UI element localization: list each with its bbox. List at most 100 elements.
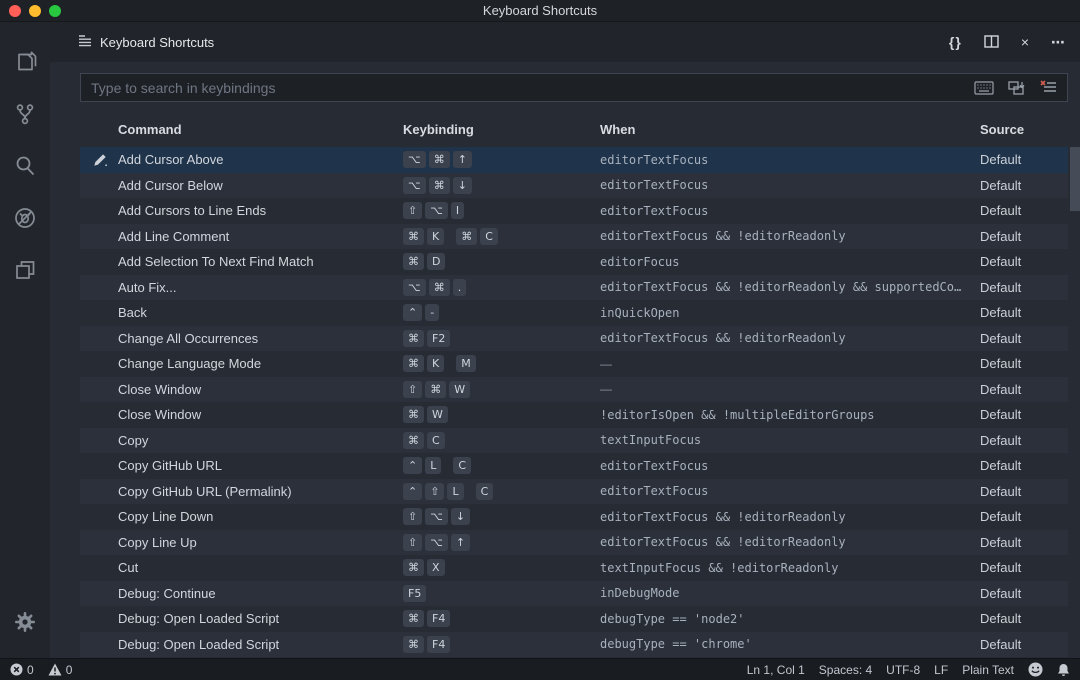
table-row[interactable]: Back ⌃- inQuickOpen Default: [80, 300, 1068, 326]
error-icon: [10, 663, 23, 676]
explorer-icon[interactable]: [0, 36, 50, 88]
keybinding-chips: ⌥⌘.: [403, 279, 600, 296]
source-label: Default: [980, 254, 1068, 269]
header-command[interactable]: Command: [118, 122, 403, 137]
extensions-icon[interactable]: [0, 244, 50, 296]
header-keybinding[interactable]: Keybinding: [403, 122, 600, 137]
key-chip: C: [453, 457, 471, 474]
table-row[interactable]: Copy Line Up ⇧⌥↑ editorTextFocus && !edi…: [80, 530, 1068, 556]
table-row[interactable]: Add Cursors to Line Ends ⇧⌥I editorTextF…: [80, 198, 1068, 224]
table-row[interactable]: Close Window ⌘W !editorIsOpen && !multip…: [80, 402, 1068, 428]
keybinding-chips: ⌘KM: [403, 355, 600, 372]
key-chord: ⇧⌥↓: [403, 508, 473, 525]
key-chip: ⇧: [403, 202, 422, 219]
key-chip: ↑: [451, 534, 470, 551]
source-control-icon[interactable]: [0, 88, 50, 140]
key-chip: ⌃: [403, 304, 422, 321]
table-row[interactable]: Copy Line Down ⇧⌥↓ editorTextFocus && !e…: [80, 504, 1068, 530]
key-chord: ⌘F4: [403, 636, 453, 653]
table-row[interactable]: Change Language Mode ⌘KM — Default: [80, 351, 1068, 377]
titlebar: Keyboard Shortcuts: [0, 0, 1080, 22]
warning-count: 0: [66, 663, 73, 677]
when-expression: —: [600, 382, 980, 396]
key-chip: ⌘: [403, 559, 424, 576]
command-label: Add Cursor Below: [118, 178, 403, 193]
status-bar: 0 0 Ln 1, Col 1 Spaces: 4 UTF-8 LF Plain…: [0, 658, 1080, 680]
record-keys-keyboard-icon[interactable]: [974, 81, 994, 95]
table-row[interactable]: Copy GitHub URL ⌃LC editorTextFocus Defa…: [80, 453, 1068, 479]
keybinding-chips: ⇧⌘W: [403, 381, 600, 398]
table-row[interactable]: Copy GitHub URL (Permalink) ⌃⇧LC editorT…: [80, 479, 1068, 505]
status-eol[interactable]: LF: [934, 663, 948, 677]
status-indentation[interactable]: Spaces: 4: [819, 663, 872, 677]
search-bar: [80, 73, 1068, 102]
tab-keyboard-shortcuts[interactable]: Keyboard Shortcuts: [78, 33, 214, 52]
when-expression: inDebugMode: [600, 586, 980, 600]
table-row[interactable]: Add Selection To Next Find Match ⌘D edit…: [80, 249, 1068, 275]
table-row[interactable]: Change All Occurrences ⌘F2 editorTextFoc…: [80, 326, 1068, 352]
command-label: Debug: Open Loaded Script: [118, 611, 403, 626]
keybinding-chips: ⌃-: [403, 304, 600, 321]
table-row[interactable]: Add Cursor Below ⌥⌘↓ editorTextFocus Def…: [80, 173, 1068, 199]
table-row[interactable]: Debug: Open Loaded Script ⌘F4 debugType …: [80, 632, 1068, 658]
vertical-scrollbar[interactable]: [1070, 147, 1080, 211]
table-row[interactable]: Cut ⌘X textInputFocus && !editorReadonly…: [80, 555, 1068, 581]
table-row[interactable]: Add Line Comment ⌘K⌘C editorTextFocus &&…: [80, 224, 1068, 250]
error-count: 0: [27, 663, 34, 677]
key-chip: C: [476, 483, 494, 500]
table-row[interactable]: Close Window ⇧⌘W — Default: [80, 377, 1068, 403]
clear-filter-icon[interactable]: [1040, 80, 1057, 95]
search-icon[interactable]: [0, 140, 50, 192]
when-expression: editorTextFocus && !editorReadonly: [600, 510, 980, 524]
feedback-smiley-icon[interactable]: [1028, 662, 1043, 677]
keybindings-table-body: Add Cursor Above ⌥⌘↑ editorTextFocus Def…: [80, 147, 1068, 657]
command-label: Copy GitHub URL (Permalink): [118, 484, 403, 499]
source-label: Default: [980, 152, 1068, 167]
table-row[interactable]: Debug: Continue F5 inDebugMode Default: [80, 581, 1068, 607]
command-label: Add Cursors to Line Ends: [118, 203, 403, 218]
search-zone: [50, 62, 1080, 112]
status-language-mode[interactable]: Plain Text: [962, 663, 1014, 677]
command-label: Copy Line Up: [118, 535, 403, 550]
table-row[interactable]: Debug: Open Loaded Script ⌘F4 debugType …: [80, 606, 1068, 632]
search-input[interactable]: [81, 80, 974, 96]
debug-icon[interactable]: [0, 192, 50, 244]
close-icon[interactable]: ×: [1021, 35, 1029, 49]
sort-by-precedence-icon[interactable]: [1008, 80, 1026, 96]
source-label: Default: [980, 356, 1068, 371]
key-chip: ⌘: [429, 177, 450, 194]
table-row[interactable]: Auto Fix... ⌥⌘. editorTextFocus && !edit…: [80, 275, 1068, 301]
gear-icon[interactable]: [0, 596, 50, 648]
command-label: Change All Occurrences: [118, 331, 403, 346]
problems-warnings[interactable]: 0: [48, 663, 73, 677]
key-chord: ⌥⌘↑: [403, 151, 475, 168]
split-editor-icon[interactable]: [984, 35, 999, 50]
key-chip: ⌘: [429, 279, 450, 296]
key-chord: F5: [403, 585, 429, 602]
open-json-icon[interactable]: {}: [949, 35, 962, 49]
command-label: Add Line Comment: [118, 229, 403, 244]
keybinding-chips: ⇧⌥↑: [403, 534, 600, 551]
status-line-col[interactable]: Ln 1, Col 1: [747, 663, 805, 677]
keybinding-chips: ⌘F2: [403, 330, 600, 347]
keybinding-chips: ⌃⇧LC: [403, 483, 600, 500]
table-row[interactable]: Add Cursor Above ⌥⌘↑ editorTextFocus Def…: [80, 147, 1068, 173]
when-expression: —: [600, 357, 980, 371]
keybinding-chips: F5: [403, 585, 600, 602]
status-encoding[interactable]: UTF-8: [886, 663, 920, 677]
source-label: Default: [980, 433, 1068, 448]
notifications-bell-icon[interactable]: [1057, 663, 1070, 677]
key-chip: W: [427, 406, 448, 423]
table-row[interactable]: Copy ⌘C textInputFocus Default: [80, 428, 1068, 454]
edit-keybinding-pencil-icon[interactable]: [80, 153, 118, 167]
more-actions-icon[interactable]: ⋯: [1051, 35, 1066, 49]
problems-errors[interactable]: 0: [10, 663, 34, 677]
source-label: Default: [980, 305, 1068, 320]
header-when[interactable]: When: [600, 122, 980, 137]
when-expression: editorTextFocus: [600, 204, 980, 218]
key-chip: ⇧: [403, 534, 422, 551]
key-chip: K: [427, 228, 444, 245]
key-chip: F4: [427, 636, 450, 653]
key-chip: ↓: [453, 177, 472, 194]
header-source[interactable]: Source: [980, 122, 1068, 137]
